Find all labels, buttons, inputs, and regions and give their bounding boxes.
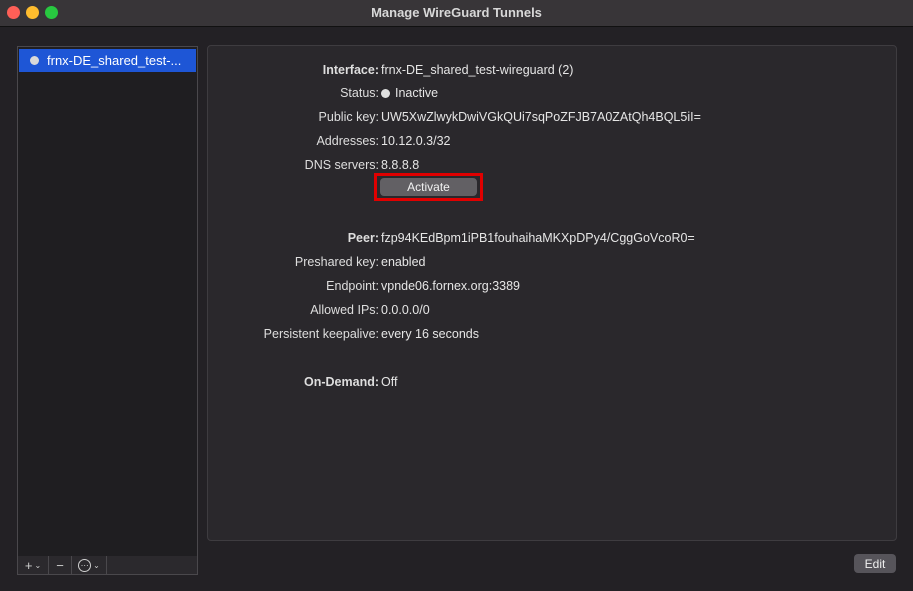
remove-tunnel-button[interactable]: − (49, 556, 72, 574)
interface-row: Interface: frnx-DE_shared_test-wireguard… (208, 63, 896, 81)
chevron-down-icon: ⌄ (93, 560, 100, 570)
minus-icon: − (56, 557, 64, 573)
peer-row: Peer: fzp94KEdBpm1iPB1fouhaihaMKXpDPy4/C… (208, 231, 896, 249)
preshared-label: Preshared key: (294, 255, 379, 269)
public-key-row: Public key: UW5XwZlwykDwiVGkQUi7sqPoZFJB… (208, 110, 896, 128)
addresses-row: Addresses: 10.12.0.3/32 (208, 134, 896, 152)
status-row: Status: Inactive (208, 86, 896, 104)
dns-label: DNS servers: (304, 158, 379, 172)
endpoint-value: vpnde06.fornex.org:3389 (381, 279, 520, 293)
endpoint-row: Endpoint: vpnde06.fornex.org:3389 (208, 279, 896, 297)
dns-value: 8.8.8.8 (381, 158, 420, 172)
plus-icon: + (24, 557, 33, 573)
peer-label: Peer: (347, 231, 379, 245)
window-title: Manage WireGuard Tunnels (371, 5, 542, 20)
keepalive-value: every 16 seconds (381, 327, 479, 341)
allowed-ips-value: 0.0.0.0/0 (381, 303, 430, 317)
public-key-label: Public key: (318, 110, 379, 124)
allowed-ips-row: Allowed IPs: 0.0.0.0/0 (208, 303, 896, 321)
more-actions-button[interactable]: ⋯ ⌄ (72, 556, 107, 574)
tunnel-detail-panel: Interface: frnx-DE_shared_test-wireguard… (207, 45, 897, 541)
keepalive-label: Persistent keepalive: (263, 327, 379, 341)
ellipsis-circle-icon: ⋯ (78, 558, 92, 572)
add-tunnel-button[interactable]: + ⌄ (18, 556, 49, 574)
tunnel-list-item[interactable]: frnx-DE_shared_test-... (19, 49, 196, 72)
dns-row: DNS servers: 8.8.8.8 (208, 158, 896, 176)
tunnel-name: frnx-DE_shared_test-... (47, 53, 182, 68)
status-label: Status: (340, 86, 379, 100)
tunnel-list-toolbar: + ⌄ − ⋯ ⌄ (17, 556, 198, 575)
endpoint-label: Endpoint: (326, 279, 379, 293)
on-demand-row: On-Demand: Off (208, 375, 896, 393)
activate-button[interactable]: Activate (380, 178, 477, 196)
title-bar: Manage WireGuard Tunnels (0, 0, 913, 27)
on-demand-label: On-Demand: (304, 375, 379, 389)
allowed-ips-label: Allowed IPs: (310, 303, 379, 317)
keepalive-row: Persistent keepalive: every 16 seconds (208, 327, 896, 345)
interface-value: frnx-DE_shared_test-wireguard (2) (381, 63, 574, 77)
addresses-value: 10.12.0.3/32 (381, 134, 451, 148)
status-value: Inactive (395, 86, 439, 100)
interface-label: Interface: (322, 63, 379, 77)
on-demand-value: Off (381, 375, 398, 389)
status-dot-icon (30, 56, 39, 65)
inactive-dot-icon (381, 89, 390, 98)
preshared-value: enabled (381, 255, 426, 269)
activate-highlight-box: Activate (374, 173, 483, 201)
edit-button[interactable]: Edit (854, 554, 896, 573)
tunnel-list[interactable]: frnx-DE_shared_test-... (17, 46, 198, 558)
chevron-down-icon: ⌄ (34, 560, 42, 570)
status-value-wrap: Inactive (381, 86, 438, 100)
addresses-label: Addresses: (316, 134, 379, 148)
preshared-row: Preshared key: enabled (208, 255, 896, 273)
app-window: Manage WireGuard Tunnels frnx-DE_shared_… (0, 0, 913, 591)
peer-value: fzp94KEdBpm1iPB1fouhaihaMKXpDPy4/CggGoVc… (381, 231, 695, 245)
public-key-value: UW5XwZlwykDwiVGkQUi7sqPoZFJB7A0ZAtQh4BQL… (381, 110, 701, 124)
